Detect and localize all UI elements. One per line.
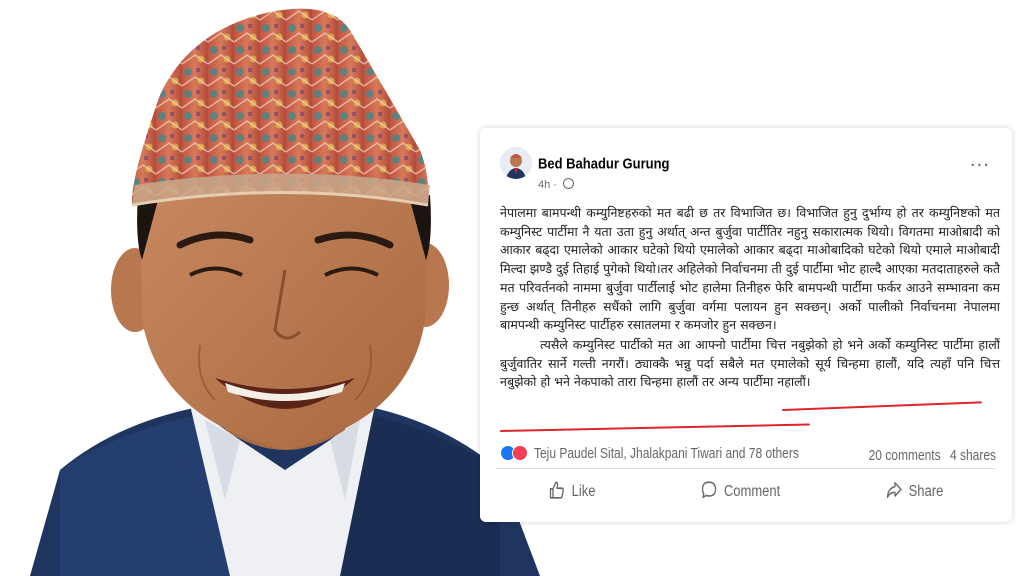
author-avatar[interactable] [500,147,532,179]
post-header: Bed Bahadur Gurung 4h · ··· [480,128,1012,192]
share-button[interactable]: Share [868,476,962,505]
like-label: Like [571,481,596,499]
post-timestamp[interactable]: 4h · [538,178,575,191]
facebook-post-card: Bed Bahadur Gurung 4h · ··· नेपालमा बामप… [480,128,1012,522]
highlight-underline [781,401,982,411]
comment-label: Comment [723,481,781,499]
engagement-counts: 20 comments 4 shares [863,447,996,464]
post-text: नेपालमा बामपन्थी कम्युनिष्टहरुको मत बढी … [500,204,1000,392]
avatar-image [500,147,532,179]
share-label: Share [908,481,944,499]
shares-count[interactable]: 4 shares [950,447,996,464]
reactions-names: Teju Paudel Sital, Jhalakpani Tiwari and… [534,444,799,462]
highlight-underline [499,423,810,432]
like-button[interactable]: Like [531,476,614,505]
share-icon [886,482,902,498]
divider [496,468,996,469]
comments-count[interactable]: 20 comments [869,447,941,464]
reactions-bar[interactable]: Teju Paudel Sital, Jhalakpani Tiwari and… [500,444,799,462]
post-time: 4h · [538,179,557,191]
post-actions: Like Comment Share [496,470,996,510]
portrait-photo [0,0,560,576]
post-paragraph-2: त्यसैले कम्युनिस्ट पार्टीको मत आ आफ्नो प… [500,336,1000,390]
love-react-icon [512,445,528,461]
comment-icon [701,481,717,499]
thumbs-up-icon [549,481,564,499]
comment-button[interactable]: Comment [683,476,798,505]
post-author-name[interactable]: Bed Bahadur Gurung [538,155,669,172]
more-options-icon[interactable]: ··· [970,157,990,175]
post-paragraph-1: नेपालमा बामपन्थी कम्युनिष्टहरुको मत बढी … [500,205,1000,333]
globe-icon [563,178,575,189]
